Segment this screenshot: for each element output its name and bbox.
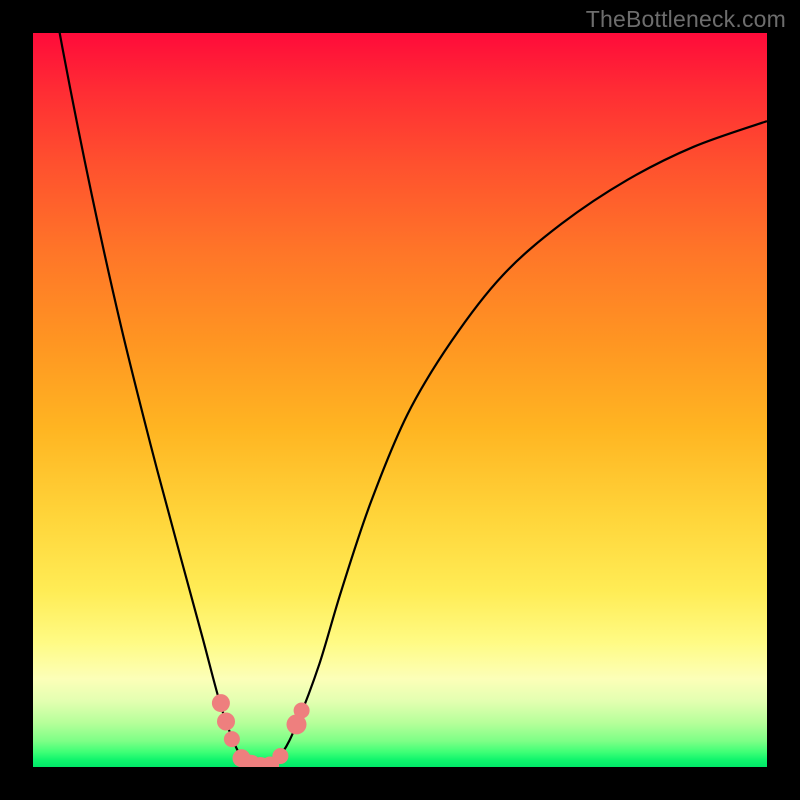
data-marker xyxy=(217,713,235,731)
watermark-text: TheBottleneck.com xyxy=(586,6,786,33)
data-marker xyxy=(294,703,310,719)
chart-frame: TheBottleneck.com xyxy=(0,0,800,800)
data-marker xyxy=(272,748,288,764)
bottleneck-curve xyxy=(33,33,767,767)
curve-layer xyxy=(33,33,767,767)
data-marker xyxy=(224,731,240,747)
plot-area xyxy=(33,33,767,767)
data-markers xyxy=(212,694,310,767)
data-marker xyxy=(212,694,230,712)
